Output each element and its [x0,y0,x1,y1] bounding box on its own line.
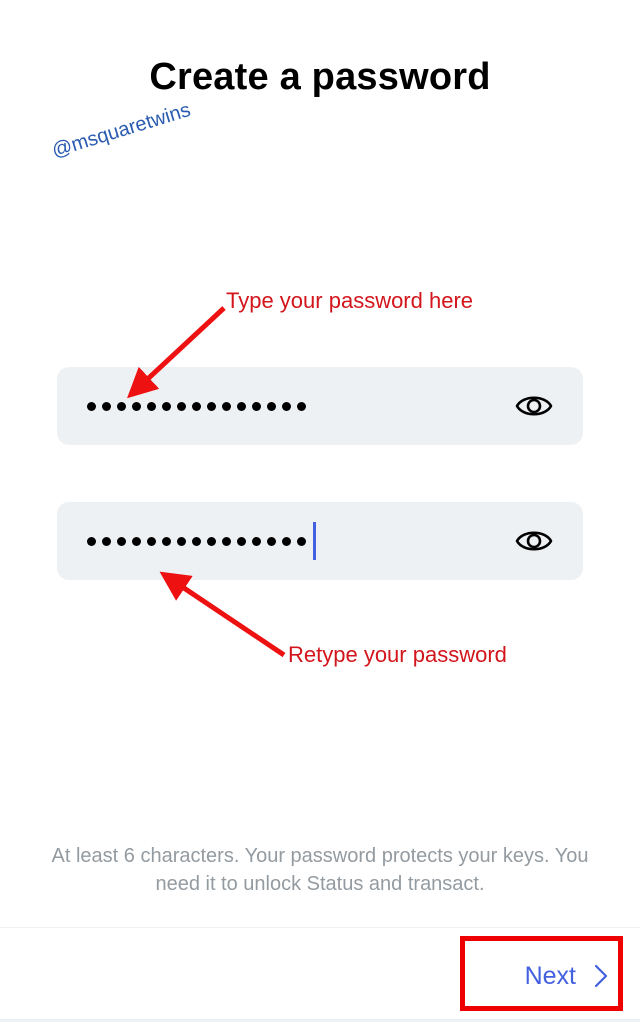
next-button-label: Next [524,961,576,990]
eye-icon [515,396,553,416]
masked-char-dot [297,536,306,546]
text-caret [313,522,316,560]
annotation-type-password: Type your password here [226,288,474,313]
masked-char-dot [87,536,96,546]
eye-icon [515,531,553,551]
masked-char-dot [87,401,96,411]
masked-char-dot [132,401,141,411]
masked-char-dot [267,536,276,546]
masked-char-dot [177,401,186,411]
masked-char-dot [252,536,261,546]
chevron-right-icon [594,964,608,988]
annotation-retype-password: Retype your password [288,642,507,667]
confirm-password-masked-value [87,502,316,580]
page-title: Create a password [149,56,491,98]
masked-char-dot [222,536,231,546]
masked-char-dot [117,401,126,411]
masked-char-dot [147,401,156,411]
password-masked-value [87,367,306,445]
masked-char-dot [117,536,126,546]
masked-char-dot [237,401,246,411]
masked-char-dot [297,401,306,411]
masked-char-dot [102,536,111,546]
masked-char-dot [282,536,291,546]
confirm-password-input[interactable] [57,502,583,580]
show-confirm-password-toggle[interactable] [515,526,553,556]
next-button[interactable]: Next [470,945,620,1007]
masked-char-dot [252,401,261,411]
masked-char-dot [192,401,201,411]
masked-char-dot [177,536,186,546]
show-password-toggle[interactable] [515,391,553,421]
masked-char-dot [282,401,291,411]
password-requirements-hint: At least 6 characters. Your password pro… [51,845,589,895]
masked-char-dot [207,536,216,546]
masked-char-dot [162,401,171,411]
masked-char-dot [237,536,246,546]
masked-char-dot [207,401,216,411]
masked-char-dot [222,401,231,411]
masked-char-dot [192,536,201,546]
masked-char-dot [267,401,276,411]
watermark: @msquaretwins [49,98,194,163]
footer-divider [0,927,640,928]
masked-char-dot [132,536,141,546]
masked-char-dot [162,536,171,546]
masked-char-dot [147,536,156,546]
masked-char-dot [102,401,111,411]
password-input[interactable] [57,367,583,445]
annotation-arrow-2 [159,571,286,658]
